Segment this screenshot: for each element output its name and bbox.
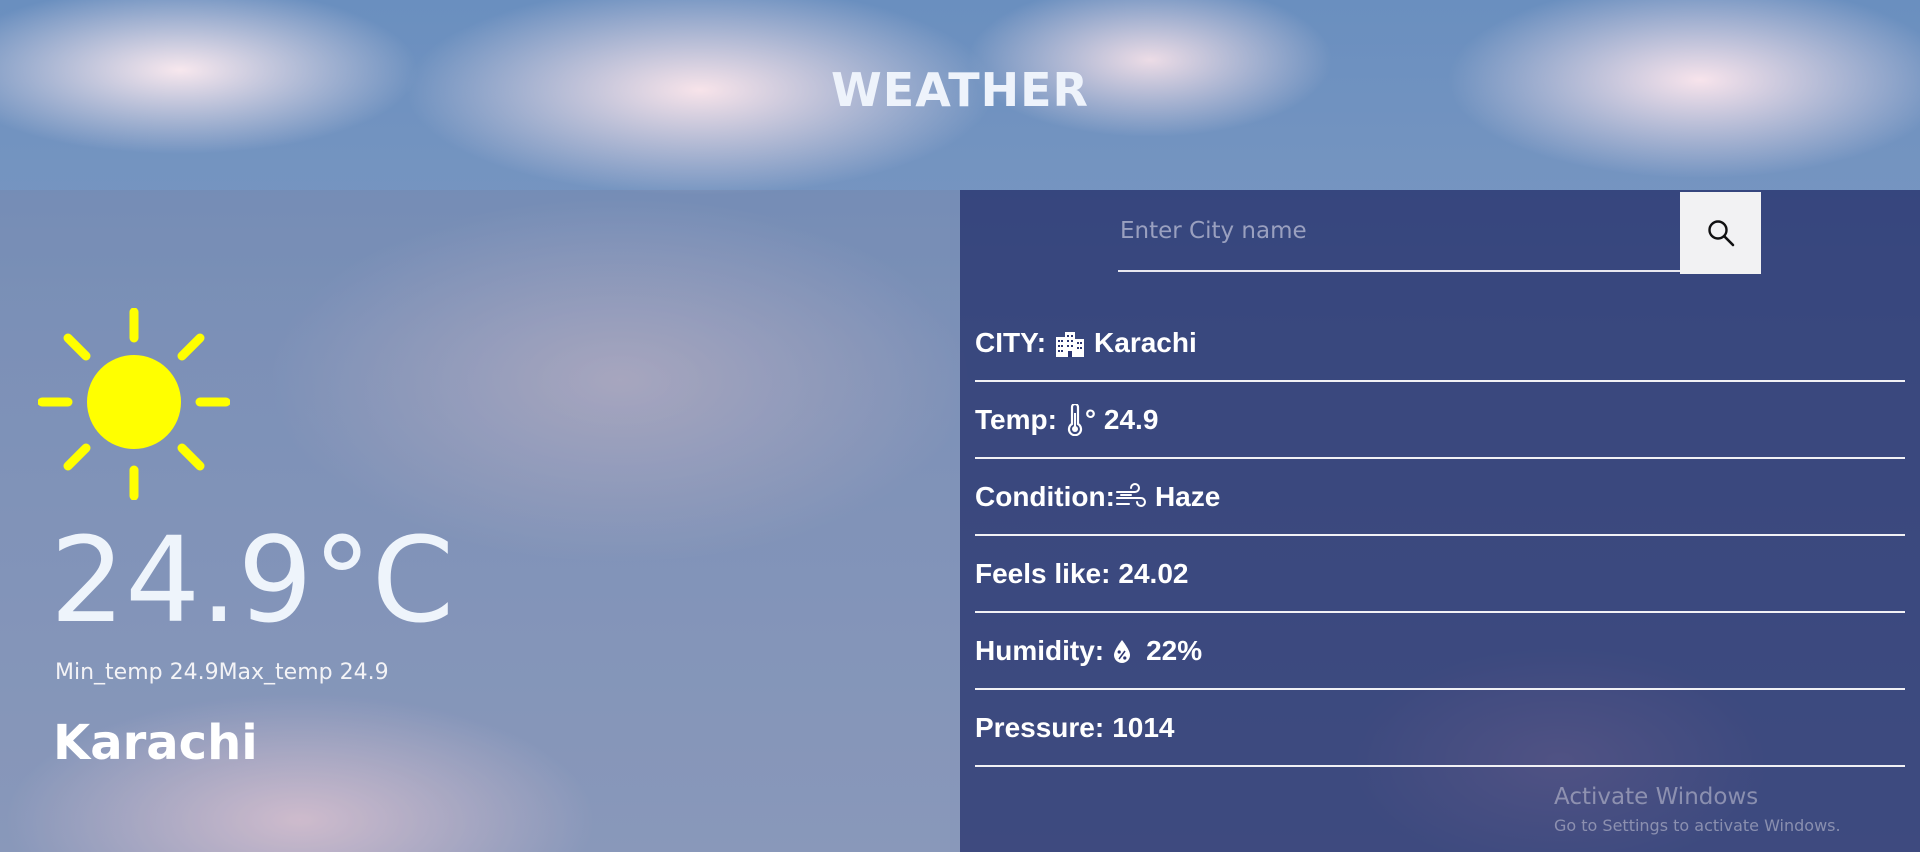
sun-icon [38,308,230,500]
current-temperature: 24.9°C [50,511,455,649]
weather-details-list: CITY: Karachi Temp: ° 24.9 Condition: Ha… [975,305,1905,767]
thermometer-icon [1065,403,1085,436]
watermark-subtitle: Go to Settings to activate Windows. [1554,816,1841,835]
condition-label: Condition: [975,480,1115,512]
feels-like-label: Feels like: [975,557,1111,589]
weather-page: WEATHER 24.9°C Min_temp 24.9Max_temp 24.… [0,0,1920,852]
header: WEATHER [0,0,1920,190]
condition-row: Condition: Haze [975,459,1905,536]
search-bar [1118,192,1761,274]
city-row: CITY: Karachi [975,305,1905,382]
temp-value: ° 24.9 [1084,403,1159,435]
city-search-input[interactable] [1118,192,1680,272]
pressure-value: 1014 [1112,711,1175,743]
search-button[interactable] [1680,192,1761,274]
temp-row: Temp: ° 24.9 [975,382,1905,459]
pressure-row: Pressure: 1014 [975,690,1905,767]
page-title: WEATHER [831,63,1089,117]
condition-value: Haze [1154,480,1221,512]
windows-activation-watermark: Activate Windows Go to Settings to activ… [1554,784,1841,835]
min-max-temperature: Min_temp 24.9Max_temp 24.9 [55,660,389,685]
search-icon [1707,220,1734,247]
wind-icon [1115,482,1147,511]
feels-like-row: Feels like: 24.02 [975,536,1905,613]
temp-label: Temp: [975,403,1057,435]
watermark-title: Activate Windows [1554,784,1759,810]
humidity-drop-icon [1112,638,1132,664]
city-label: CITY: [975,326,1047,358]
city-value: Karachi [1094,326,1197,358]
humidity-row: Humidity: 22% [975,613,1905,690]
humidity-value: 22% [1146,634,1203,666]
current-city: Karachi [53,715,258,771]
humidity-label: Humidity: [975,634,1105,666]
buildings-icon [1054,329,1086,357]
feels-like-value: 24.02 [1118,557,1189,589]
pressure-label: Pressure: [975,711,1105,743]
